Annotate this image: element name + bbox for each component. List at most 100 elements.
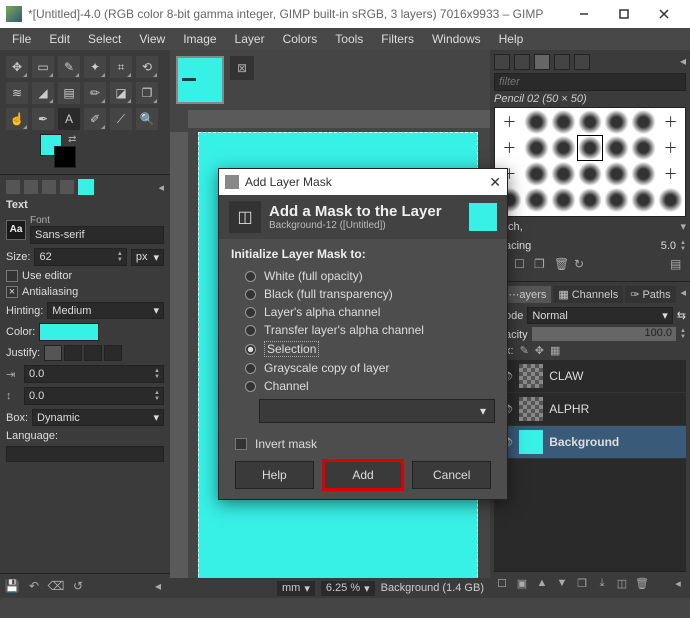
dup-brush-icon[interactable]: ❐ (534, 257, 550, 273)
tool-smudge[interactable]: ☝ (6, 108, 28, 130)
zoom-select[interactable]: 6.25 % ▾ (321, 581, 375, 596)
mask-layer-icon[interactable]: ◫ (614, 575, 630, 591)
layer-menu-arrow-icon[interactable]: ◂ (670, 575, 686, 591)
layer-row[interactable]: 👁 ALPHR (494, 393, 686, 426)
layer-name[interactable]: Background (549, 435, 619, 449)
line-spacing-input[interactable]: 0.0▲▼ (24, 387, 164, 405)
channel-select[interactable]: ▾ (259, 399, 495, 423)
ruler-horizontal[interactable] (188, 110, 490, 128)
close-button[interactable] (644, 0, 684, 28)
antialias-check[interactable] (6, 286, 18, 298)
use-editor-check[interactable] (6, 270, 18, 282)
layer-name[interactable]: ALPHR (549, 402, 589, 416)
radio-white[interactable]: White (full opacity) (231, 267, 495, 285)
hatch-menu-icon[interactable]: ▾ (680, 220, 686, 233)
tool-text[interactable]: A (58, 108, 80, 130)
radio-grayscale[interactable]: Grayscale copy of layer (231, 359, 495, 377)
merge-layer-icon[interactable]: ⤓ (594, 575, 610, 591)
options-tab-icon-4[interactable] (60, 180, 74, 194)
menu-tools[interactable]: Tools (327, 30, 371, 48)
menu-windows[interactable]: Windows (424, 30, 489, 48)
new-brush-icon[interactable]: ☐ (514, 257, 530, 273)
layer-row[interactable]: 👁 CLAW (494, 360, 686, 393)
options-tab-icon-3[interactable] (42, 180, 56, 194)
hinting-select[interactable]: Medium▾ (47, 302, 164, 319)
tool-measure[interactable]: ⟋ (110, 108, 132, 130)
background-color[interactable] (54, 146, 76, 168)
options-tab-icon-2[interactable] (24, 180, 38, 194)
tool-path[interactable]: ✒ (32, 108, 54, 130)
options-menu-icon[interactable]: ◂ (158, 181, 164, 194)
menu-file[interactable]: File (4, 30, 39, 48)
justify-left[interactable] (44, 345, 62, 361)
options-tab-color[interactable] (78, 179, 94, 195)
brushes-tab-icon[interactable] (494, 54, 510, 70)
justify-right[interactable] (64, 345, 82, 361)
cancel-button[interactable]: Cancel (412, 461, 491, 489)
del-brush-icon[interactable]: 🗑 (554, 257, 570, 273)
history-tab-icon[interactable] (554, 54, 570, 70)
delete-layer-icon[interactable]: 🗑 (634, 575, 650, 591)
text-color-swatch[interactable] (39, 323, 99, 341)
menu-edit[interactable]: Edit (41, 30, 78, 48)
gradients-tab-icon[interactable] (574, 54, 590, 70)
delete-options-icon[interactable]: ⌫ (48, 578, 64, 594)
justify-fill[interactable] (104, 345, 122, 361)
menu-select[interactable]: Select (80, 30, 129, 48)
opacity-slider[interactable]: 100.0 (532, 327, 676, 341)
image-tab-thumb[interactable] (176, 56, 224, 104)
menu-help[interactable]: Help (491, 30, 532, 48)
tool-crop[interactable]: ⌗ (110, 56, 132, 78)
swap-colors-icon[interactable]: ⇄ (68, 134, 76, 145)
lock-position-icon[interactable]: ✥ (535, 344, 544, 357)
maximize-button[interactable] (604, 0, 644, 28)
patterns-tab-icon[interactable] (514, 54, 530, 70)
options-menu-arrow-icon[interactable]: ◂ (150, 578, 166, 594)
image-tab-close[interactable]: ⊠ (230, 56, 254, 80)
lock-pixels-icon[interactable]: ✎ (520, 344, 529, 357)
box-select[interactable]: Dynamic▾ (32, 409, 164, 426)
menu-layer[interactable]: Layer (227, 30, 273, 48)
open-brush-icon[interactable]: ▤ (670, 257, 686, 273)
menu-image[interactable]: Image (175, 30, 224, 48)
tool-move[interactable]: ✥ (6, 56, 28, 78)
layer-row[interactable]: 👁 Background (494, 426, 686, 459)
menu-view[interactable]: View (131, 30, 173, 48)
tab-paths[interactable]: ✑ Paths (625, 286, 675, 303)
radio-channel[interactable]: Channel (231, 377, 495, 395)
add-button[interactable]: Add (324, 461, 403, 489)
dialog-close-icon[interactable]: ✕ (489, 174, 501, 191)
tool-pencil[interactable]: ✏ (84, 82, 106, 104)
ruler-vertical[interactable] (170, 132, 188, 578)
refresh-brush-icon[interactable]: ↻ (574, 257, 590, 273)
mode-select[interactable]: Normal▾ (527, 307, 672, 324)
invert-mask-check[interactable] (235, 438, 247, 450)
tool-zoom[interactable]: 🔍 (136, 108, 158, 130)
menu-colors[interactable]: Colors (275, 30, 326, 48)
tool-select-free[interactable]: ✎ (58, 56, 80, 78)
lower-layer-icon[interactable]: ▼ (554, 575, 570, 591)
brush-menu-icon[interactable]: ◂ (680, 54, 686, 70)
unit-select[interactable]: mm ▾ (277, 581, 315, 596)
layer-group-icon[interactable]: ▣ (514, 575, 530, 591)
size-unit-select[interactable]: px▾ (131, 249, 164, 266)
lock-alpha-icon[interactable]: ▦ (550, 344, 560, 357)
brush-filter-input[interactable] (494, 73, 686, 91)
help-button[interactable]: Help (235, 461, 314, 489)
save-options-icon[interactable]: 💾 (4, 578, 20, 594)
reset-options-icon[interactable]: ↺ (70, 578, 86, 594)
layer-name[interactable]: CLAW (549, 369, 583, 383)
tool-picker[interactable]: ✐ (84, 108, 106, 130)
tool-gradient[interactable]: ▤ (58, 82, 80, 104)
font-aa-icon[interactable]: Aa (6, 220, 26, 240)
menu-filters[interactable]: Filters (373, 30, 422, 48)
indent-input[interactable]: 0.0▲▼ (24, 365, 164, 383)
radio-transfer-alpha[interactable]: Transfer layer's alpha channel (231, 321, 495, 339)
language-input[interactable] (6, 446, 164, 462)
tool-fuzzy[interactable]: ✦ (84, 56, 106, 78)
spacing-value[interactable]: 5.0 (535, 240, 676, 252)
restore-options-icon[interactable]: ↶ (26, 578, 42, 594)
justify-center[interactable] (84, 345, 102, 361)
tool-select-rect[interactable]: ▭ (32, 56, 54, 78)
radio-selection[interactable]: Selection (231, 339, 495, 359)
